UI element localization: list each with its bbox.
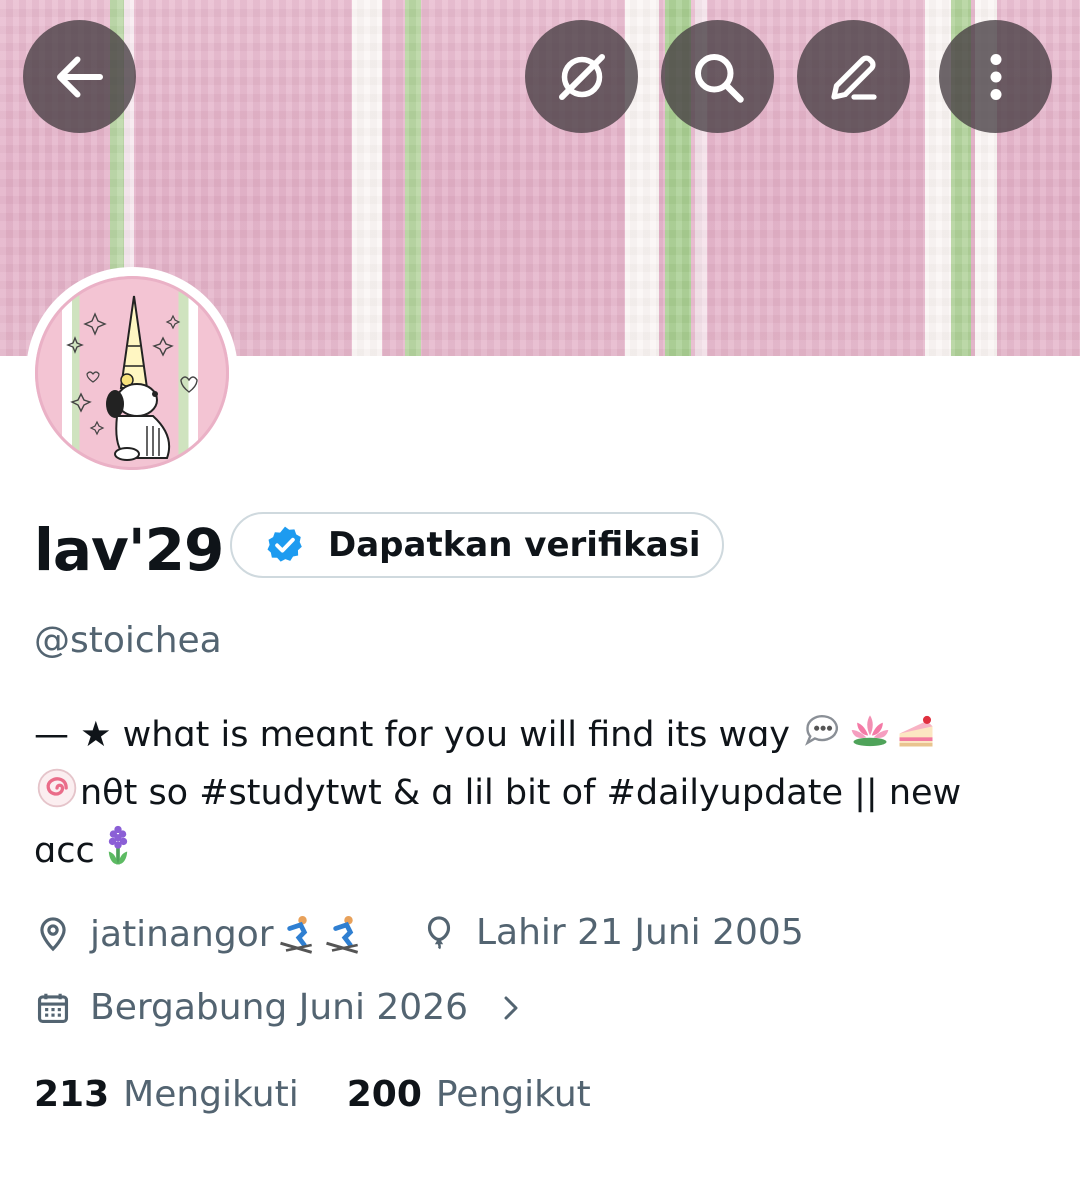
bio-line-2: nθt so #studytwt & ɑ lil bit of #dailyup…: [34, 764, 1044, 822]
followers-link[interactable]: 200 Pengikut: [347, 1074, 591, 1115]
location-row: jatinangor: [34, 912, 366, 956]
balloon-icon: [427, 915, 451, 949]
speech-bubble-emoji-icon: [802, 708, 846, 752]
calendar-icon: [37, 993, 69, 1023]
grok-icon: [558, 53, 605, 100]
bio-line-2-text: nθt so #studytwt & ɑ lil bit of #dailyup…: [80, 773, 962, 813]
hyacinth-emoji-icon: [96, 824, 140, 868]
bio-line-1-text: — ★ whɑt is meɑnt for you will find its …: [34, 715, 802, 755]
grok-button[interactable]: [525, 20, 638, 133]
skier-emoji-icon: [321, 912, 365, 956]
following-label: Mengikuti: [123, 1074, 299, 1115]
followers-label: Pengikut: [435, 1074, 591, 1115]
verified-badge-icon: [267, 526, 302, 562]
location-pin-icon: [40, 917, 66, 952]
skier-emoji-icon: [275, 912, 319, 956]
lotus-emoji-icon: [848, 708, 892, 752]
get-verified-label: Dapatkan verifikasi: [328, 525, 701, 565]
followers-count: 200: [346, 1074, 422, 1115]
chevron-right-icon: [504, 996, 518, 1019]
following-link[interactable]: 213 Mengikuti: [34, 1074, 299, 1115]
more-vertical-icon: [990, 53, 1001, 100]
more-button[interactable]: [939, 20, 1052, 133]
snoopy-illustration: [66, 295, 198, 461]
birthday-row: Lahir 21 Juni 2005: [420, 912, 804, 953]
back-button[interactable]: [23, 20, 136, 133]
bio-line-1: — ★ whɑt is meɑnt for you will find its …: [34, 706, 1044, 764]
fish-cake-emoji-icon: [35, 766, 79, 810]
arrow-left-icon: [56, 56, 103, 97]
profile-avatar[interactable]: [26, 267, 238, 479]
display-name: lav'29: [34, 516, 224, 584]
joined-row[interactable]: Bergabung Juni 2026: [34, 987, 526, 1028]
bio-line-3: ɑcc: [34, 822, 1044, 880]
bio-line-3-text: ɑcc: [34, 831, 95, 871]
location-text: jatinangor: [90, 913, 274, 955]
edit-button[interactable]: [797, 20, 910, 133]
avatar-image: [35, 276, 229, 470]
edit-icon: [830, 55, 877, 100]
cake-emoji-icon: [894, 708, 938, 752]
search-button[interactable]: [661, 20, 774, 133]
profile-bio: — ★ whɑt is meɑnt for you will find its …: [34, 706, 1044, 880]
joined-text: Bergabung Juni 2026: [90, 987, 469, 1028]
following-count: 213: [34, 1074, 110, 1115]
username-handle: @stoichea: [34, 620, 222, 661]
birthday-text: Lahir 21 Juni 2005: [476, 912, 804, 953]
get-verified-button[interactable]: Dapatkan verifikasi: [230, 512, 724, 578]
search-icon: [694, 53, 744, 103]
follow-stats: 213 Mengikuti 200 Pengikut: [34, 1074, 591, 1115]
